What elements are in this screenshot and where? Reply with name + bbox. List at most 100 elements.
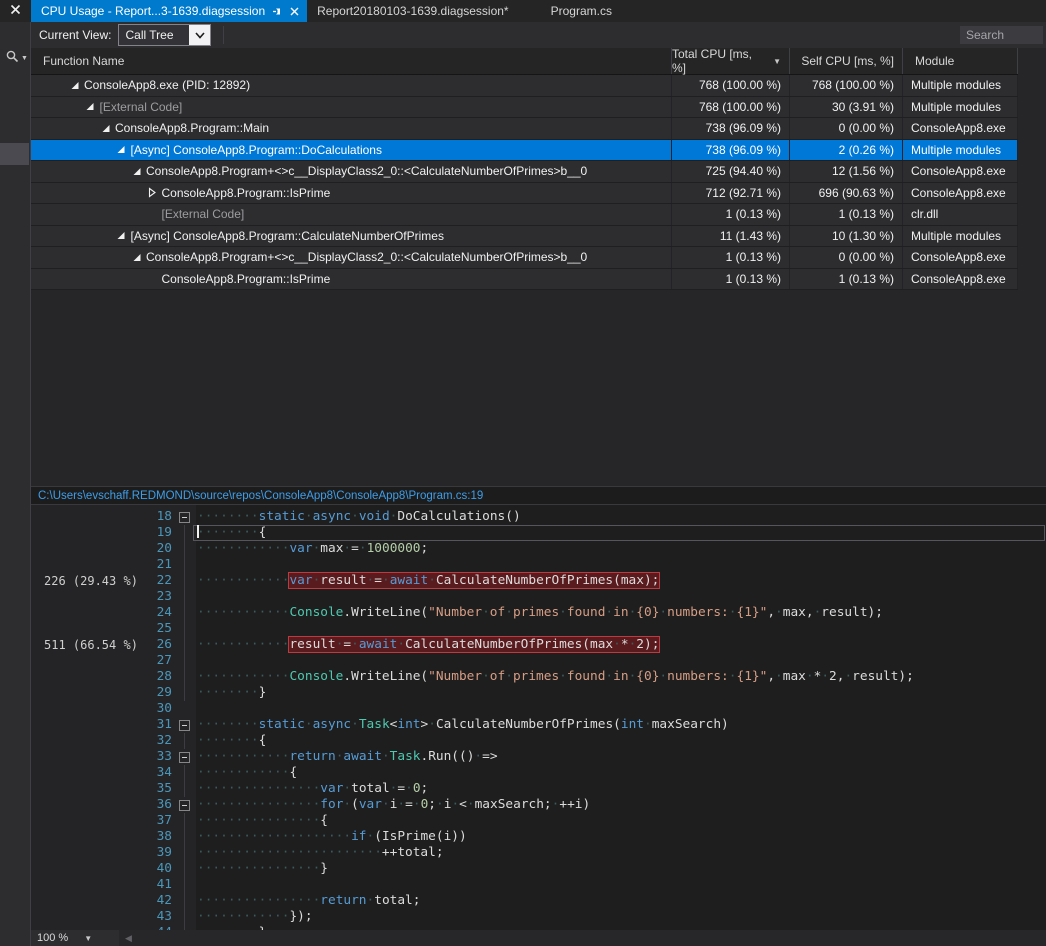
collapsed-icon[interactable] xyxy=(145,187,160,198)
code-line: 19········{ xyxy=(31,525,1046,541)
table-row[interactable]: ConsoleApp8.Program::IsPrime712 (92.71 %… xyxy=(31,183,1018,205)
code-token: Console xyxy=(289,605,343,620)
column-header-self-cpu-ms[interactable]: Self CPU [ms, %] xyxy=(790,48,903,74)
expand-collapse-icon[interactable] xyxy=(129,166,144,177)
fold-line xyxy=(184,877,185,893)
tab-program-cs[interactable]: Program.cs xyxy=(541,0,622,22)
table-row[interactable]: [Async] ConsoleApp8.Program::DoCalculati… xyxy=(31,140,1018,162)
combo-dropdown-button[interactable] xyxy=(189,25,210,45)
close-icon[interactable] xyxy=(290,7,299,16)
expand-collapse-icon[interactable] xyxy=(98,123,113,134)
code-token: int xyxy=(397,717,420,732)
code-token: {0} xyxy=(636,605,659,620)
code-token: result xyxy=(289,637,335,652)
close-icon xyxy=(10,2,21,20)
code-text: ················for·(var·i·=·0;·i·<·maxS… xyxy=(196,797,1046,813)
hot-path-highlight: result·=·await·CalculateNumberOfPrimes(m… xyxy=(289,637,659,652)
table-row[interactable]: ConsoleApp8.Program::Main738 (96.09 %)0 … xyxy=(31,118,1018,140)
tool-window-close-button[interactable] xyxy=(0,0,31,22)
table-row[interactable]: ConsoleApp8.Program+<>c__DisplayClass2_0… xyxy=(31,161,1018,183)
code-token: 2); xyxy=(636,637,659,652)
table-row[interactable]: [External Code]768 (100.00 %)30 (3.91 %)… xyxy=(31,97,1018,119)
line-number: 24 xyxy=(145,605,172,621)
editor-bottom-bar: 100 % ▼ ◀ xyxy=(31,930,1046,946)
table-row[interactable]: ConsoleApp8.Program::IsPrime1 (0.13 %)1 … xyxy=(31,269,1018,291)
fold-line xyxy=(184,573,185,589)
code-line: 40················} xyxy=(31,861,1046,877)
function-name-cell: [Async] ConsoleApp8.Program::CalculateNu… xyxy=(31,226,672,247)
chevron-down-icon xyxy=(195,32,205,39)
code-token: , xyxy=(767,669,775,684)
table-row[interactable]: ConsoleApp8.Program+<>c__DisplayClass2_0… xyxy=(31,247,1018,269)
tab-diagsession-file[interactable]: Report20180103-1639.diagsession* xyxy=(307,0,518,22)
module-cell: ConsoleApp8.exe xyxy=(903,247,1018,268)
code-token: total xyxy=(351,781,390,796)
fold-line xyxy=(184,813,185,829)
column-header-total-cpu-ms[interactable]: Total CPU [ms, %]▼ xyxy=(672,48,790,74)
fold-guide-line xyxy=(172,621,196,637)
editor-zoom-selector[interactable]: 100 % ▼ xyxy=(31,932,119,944)
column-header-module[interactable]: Module xyxy=(903,48,1018,74)
table-row[interactable]: [Async] ConsoleApp8.Program::CalculateNu… xyxy=(31,226,1018,248)
fold-collapse-icon[interactable] xyxy=(172,797,196,813)
cpu-annotation xyxy=(31,893,145,909)
function-name: ConsoleApp8.Program::IsPrime xyxy=(162,186,331,200)
module-cell: ConsoleApp8.exe xyxy=(903,269,1018,290)
line-number: 43 xyxy=(145,909,172,925)
whitespace-dots: · xyxy=(821,669,829,684)
expand-collapse-icon[interactable] xyxy=(67,80,82,91)
code-token: CalculateNumberOfPrimes(max); xyxy=(436,573,659,588)
code-token: var xyxy=(320,781,343,796)
expand-collapse-icon[interactable] xyxy=(129,252,144,263)
function-name-cell: ConsoleApp8.Program::IsPrime xyxy=(31,183,672,204)
code-text: ················return·total; xyxy=(196,893,1046,909)
table-row[interactable]: [External Code]1 (0.13 %)1 (0.13 %)clr.d… xyxy=(31,204,1018,226)
code-text xyxy=(196,877,1046,893)
tab-cpu-usage-report[interactable]: CPU Usage - Report...3-1639.diagsession xyxy=(31,0,307,22)
table-row[interactable]: ConsoleApp8.exe (PID: 12892)768 (100.00 … xyxy=(31,75,1018,97)
cpu-annotation xyxy=(31,557,145,573)
fold-line xyxy=(184,861,185,877)
line-number: 33 xyxy=(145,749,172,765)
line-number: 30 xyxy=(145,701,172,717)
pin-icon[interactable] xyxy=(272,6,283,17)
fold-line xyxy=(184,637,185,653)
column-header-function-name[interactable]: Function Name xyxy=(31,48,672,74)
line-number: 34 xyxy=(145,765,172,781)
search-input[interactable] xyxy=(960,26,1043,44)
code-token: 0 xyxy=(413,781,421,796)
self-cpu-cell: 2 (0.26 %) xyxy=(790,140,903,161)
fold-guide-line xyxy=(172,637,196,653)
scroll-left-arrow-icon[interactable]: ◀ xyxy=(125,933,132,944)
code-token: primes xyxy=(513,669,559,684)
whitespace-dots: ············ xyxy=(197,541,289,556)
chevron-down-icon[interactable]: ▼ xyxy=(21,55,28,62)
fold-collapse-icon[interactable] xyxy=(172,749,196,765)
code-text: ········} xyxy=(196,685,1046,701)
cpu-annotation xyxy=(31,589,145,605)
code-token: numbers: xyxy=(667,605,729,620)
line-number: 35 xyxy=(145,781,172,797)
expand-collapse-icon[interactable] xyxy=(114,230,129,241)
code-line: 23 xyxy=(31,589,1046,605)
expand-collapse-icon[interactable] xyxy=(83,101,98,112)
code-editor-preview[interactable]: 18········static·async·void·DoCalculatio… xyxy=(31,505,1046,930)
horizontal-scrollbar[interactable]: ◀ xyxy=(119,930,1046,946)
whitespace-dots: · xyxy=(351,509,359,524)
fold-guide-line xyxy=(172,829,196,845)
search-icon[interactable] xyxy=(5,49,20,69)
view-selector-combo[interactable]: Call Tree xyxy=(118,24,211,46)
code-token: maxSearch; xyxy=(475,797,552,812)
fold-guide-line xyxy=(172,589,196,605)
fold-collapse-icon[interactable] xyxy=(172,717,196,733)
code-token: return xyxy=(289,749,335,764)
fold-guide-line xyxy=(172,525,196,541)
code-token: }); xyxy=(289,909,312,924)
code-token: max, xyxy=(783,605,814,620)
code-token: maxSearch) xyxy=(652,717,729,732)
fold-collapse-icon[interactable] xyxy=(172,509,196,525)
line-number: 37 xyxy=(145,813,172,829)
fold-box-glyph xyxy=(179,512,190,523)
source-file-path-link[interactable]: C:\Users\evschaff.REDMOND\source\repos\C… xyxy=(38,490,483,502)
expand-collapse-icon[interactable] xyxy=(114,144,129,155)
